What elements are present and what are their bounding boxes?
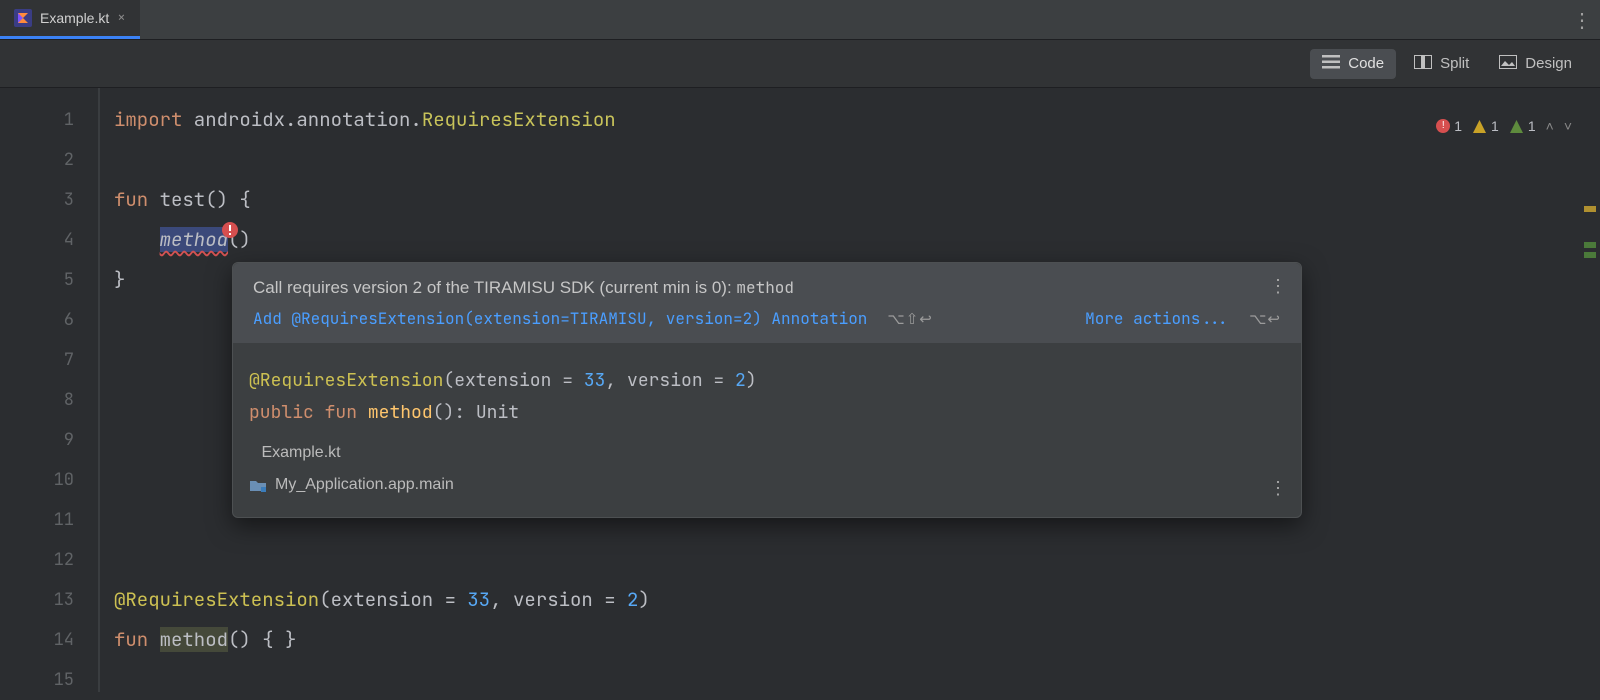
line-number: 5	[0, 260, 98, 300]
view-mode-design[interactable]: Design	[1487, 49, 1584, 79]
image-icon	[1499, 55, 1517, 73]
popup-file-location: Example.kt	[249, 437, 1285, 469]
editor-tab-bar: Example.kt × ⋮	[0, 0, 1600, 40]
popup-module-location: My_Application.app.main	[249, 469, 1285, 501]
split-icon	[1414, 55, 1432, 73]
folder-icon	[249, 478, 267, 492]
list-lines-icon	[1322, 55, 1340, 73]
view-mode-bar: Code Split Design	[0, 40, 1600, 88]
popup-body: @RequiresExtension(extension = 33, versi…	[233, 343, 1301, 517]
tab-bar-kebab-icon[interactable]: ⋮	[1564, 0, 1600, 39]
line-number: 10	[0, 460, 98, 500]
view-mode-split[interactable]: Split	[1402, 49, 1481, 79]
stripe-ok[interactable]	[1584, 242, 1596, 248]
annotation: @RequiresExtension	[114, 587, 319, 612]
line-number: 4	[0, 220, 98, 260]
line-number: 12	[0, 540, 98, 580]
line-number: 15	[0, 660, 98, 700]
weak-warning-count-badge: 1	[1509, 106, 1536, 146]
inspection-summary[interactable]: ! 1 1 1 ˄ ˅	[1436, 106, 1572, 146]
tab-close-icon[interactable]: ×	[117, 9, 125, 27]
error-count-badge: ! 1	[1436, 106, 1462, 146]
kotlin-file-icon	[14, 9, 32, 27]
view-mode-code[interactable]: Code	[1310, 49, 1396, 79]
popup-title: Call requires version 2 of the TIRAMISU …	[253, 277, 1281, 298]
warning-count-badge: 1	[1472, 106, 1499, 146]
quick-fix-popup: Call requires version 2 of the TIRAMISU …	[232, 262, 1302, 518]
inspection-next-icon[interactable]: ˅	[1564, 106, 1572, 146]
editor-tab[interactable]: Example.kt ×	[0, 0, 140, 39]
popup-header-kebab-icon[interactable]: ⋮	[1269, 275, 1287, 298]
quick-fix-more-actions[interactable]: More actions...	[1085, 308, 1229, 329]
error-icon: !	[1436, 119, 1450, 133]
line-number-gutter: 1 2 3 4 5 6 7 8 9 10 11 12 13 14 15	[0, 88, 100, 692]
keyword-fun: fun	[114, 187, 148, 212]
tab-bar-spacer	[140, 0, 1564, 39]
warning-icon	[1472, 119, 1487, 134]
keyword-fun: fun	[114, 627, 148, 652]
shortcut-label: ⌥⇧↩	[887, 310, 932, 328]
line-number: 11	[0, 500, 98, 540]
line-number: 6	[0, 300, 98, 340]
function-def-name: method	[160, 627, 228, 652]
line-number: 13	[0, 580, 98, 620]
tab-filename: Example.kt	[40, 10, 109, 26]
popup-header: Call requires version 2 of the TIRAMISU …	[233, 263, 1301, 343]
line-number: 9	[0, 420, 98, 460]
line-number: 1	[0, 100, 98, 140]
line-number: 3	[0, 180, 98, 220]
shortcut-label: ⌥↩	[1249, 310, 1281, 328]
line-number: 8	[0, 380, 98, 420]
weak-warning-icon	[1509, 119, 1524, 134]
line-number: 14	[0, 620, 98, 660]
stripe-ok[interactable]	[1584, 252, 1596, 258]
line-number: 7	[0, 340, 98, 380]
quick-fix-add-annotation[interactable]: Add @RequiresExtension(extension=TIRAMIS…	[253, 308, 867, 329]
inspection-prev-icon[interactable]: ˄	[1546, 106, 1554, 146]
popup-body-kebab-icon[interactable]: ⋮	[1269, 473, 1287, 505]
stripe-warning[interactable]	[1584, 206, 1596, 212]
line-number: 2	[0, 140, 98, 180]
error-stripe	[1584, 196, 1596, 262]
keyword-import: import	[114, 107, 182, 132]
intention-bulb-icon[interactable]	[218, 218, 242, 242]
